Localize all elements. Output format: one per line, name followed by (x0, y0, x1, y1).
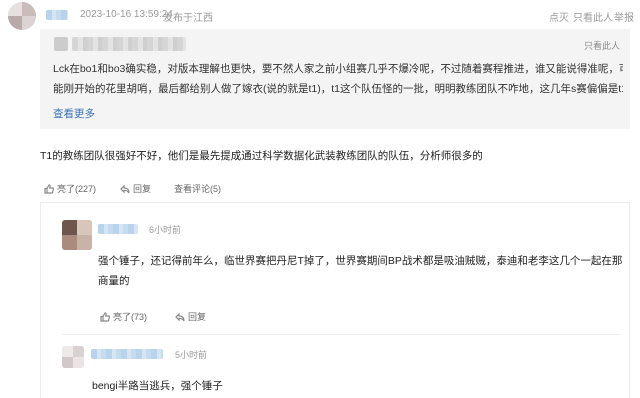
reply-like-button[interactable]: 亮了(73) (100, 310, 147, 323)
author-only-button[interactable]: 只看此人 (573, 9, 613, 24)
comment-text: T1的教练团队很强好不好，他们是最先提成通过科学数据化武装教练团队的队伍，分析师… (40, 150, 483, 162)
reply-text: bengi半路当逃兵，强个锤子 (92, 380, 223, 392)
avatar[interactable] (8, 2, 36, 30)
reply-line: 强个锤子，还记得前年么，临世界赛把丹尼T掉了，世界赛期间BP战术都是吸油贼贼，泰… (98, 255, 623, 267)
quoted-comment: 只看此人 Lck在bo1和bo3确实稳，对版本理解也更快，要不然人家之前小组赛几… (40, 29, 630, 129)
reply-time: 5小时前 (175, 350, 208, 360)
reply-arrow-icon (175, 312, 185, 321)
reply-avatar[interactable] (62, 346, 84, 368)
reply-text: 强个锤子，还记得前年么，临世界赛把丹尼T掉了，世界赛期间BP战术都是吸油贼贼，泰… (98, 251, 623, 291)
reply-button[interactable]: 回复 (120, 182, 151, 195)
location-label: 发布于江西 (163, 13, 213, 24)
dislike-button[interactable]: 点灭 (549, 9, 569, 24)
thumb-up-icon (44, 183, 54, 194)
report-button[interactable]: 举报 (614, 9, 634, 24)
reply-reply-button[interactable]: 回复 (175, 310, 206, 323)
reply-username-blurred[interactable] (91, 349, 163, 359)
show-more-link[interactable]: 查看更多 (53, 106, 95, 121)
like-button[interactable]: 亮了(227) (44, 182, 96, 195)
quote-avatar (54, 37, 68, 51)
timestamp: 2023-10-16 13:59:24 (80, 9, 173, 20)
reply-username-blurred[interactable] (98, 224, 138, 234)
quote-line: Lck在bo1和bo3确实稳，对版本理解也更快，要不然人家之前小组赛几乎不爆冷呢… (53, 63, 623, 75)
reply-reply-label: 回复 (188, 312, 207, 322)
quote-line: 能刚开始的花里胡哨，最后都给别人做了嫁衣(说的就是t1)，t1这个队伍怪的一批，… (53, 83, 623, 95)
reply-avatar[interactable] (62, 220, 92, 250)
quote-text: Lck在bo1和bo3确实稳，对版本理解也更快，要不然人家之前小组赛几乎不爆冷呢… (53, 59, 623, 99)
view-replies-button[interactable]: 查看评论(5) (174, 182, 221, 195)
username-blurred[interactable] (46, 10, 68, 20)
reply-time: 6小时前 (149, 225, 182, 235)
like-count: 亮了(227) (57, 184, 97, 194)
reply-arrow-icon (120, 184, 130, 193)
thumb-up-icon (100, 311, 110, 322)
reply-like-count: 亮了(73) (113, 312, 148, 322)
divider (62, 334, 622, 335)
quote-username-blurred (72, 37, 186, 51)
quote-author-only-button[interactable]: 只看此人 (584, 39, 620, 52)
reply-line: 商量的 (98, 275, 130, 287)
reply-label: 回复 (133, 184, 152, 194)
